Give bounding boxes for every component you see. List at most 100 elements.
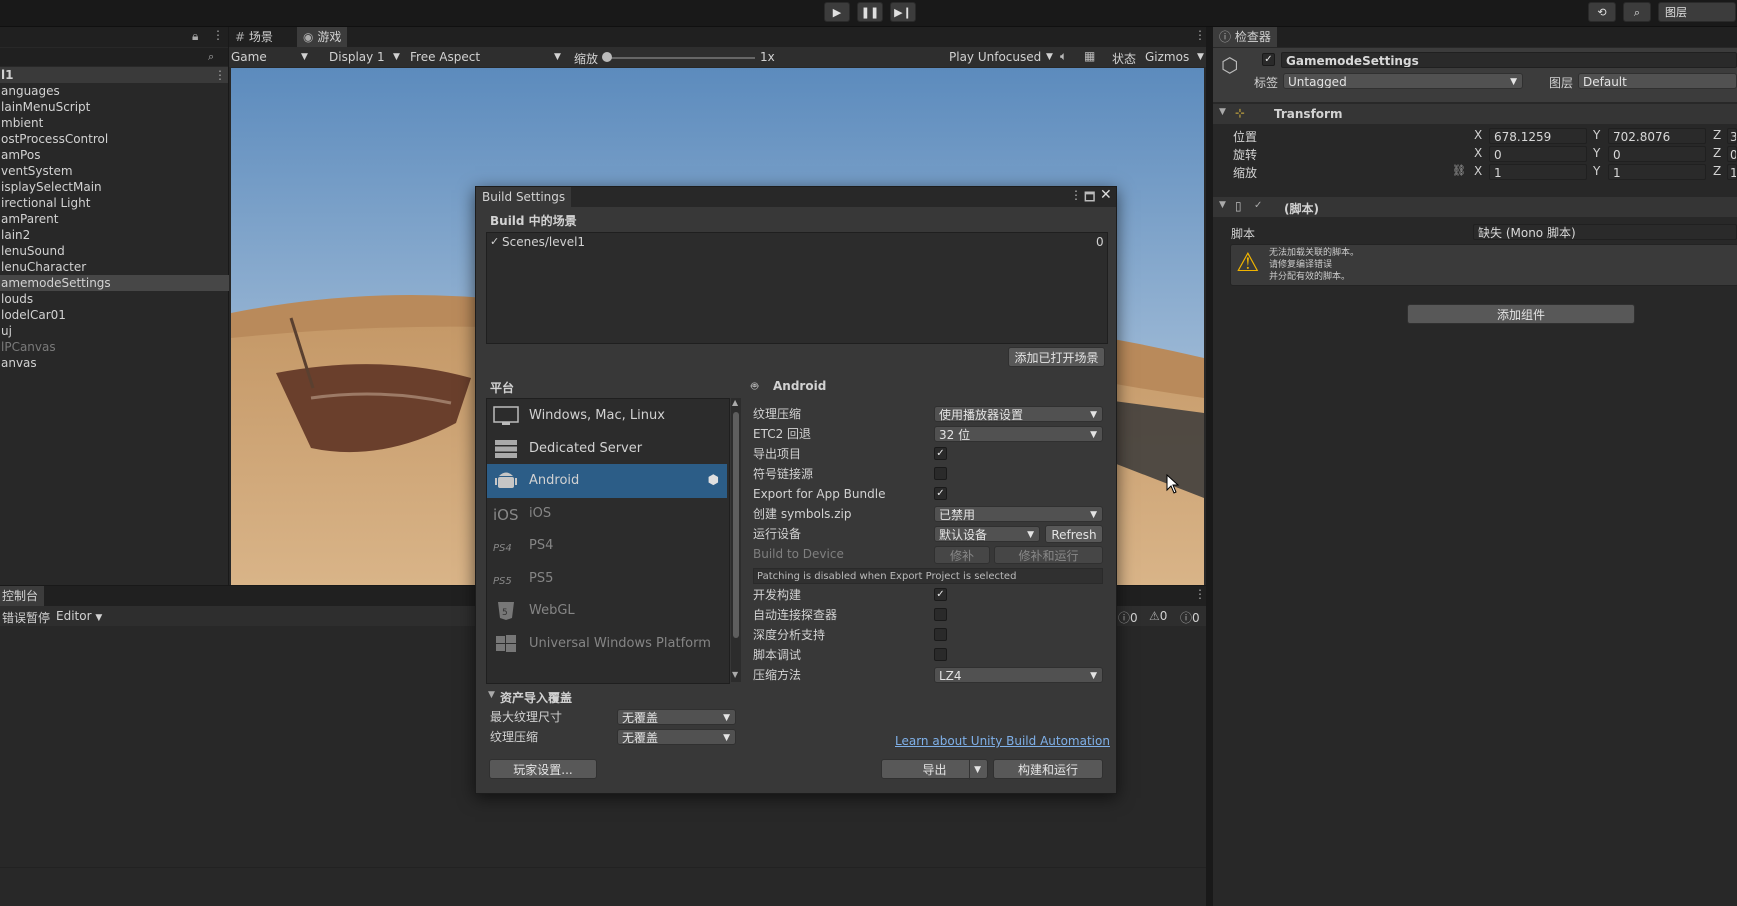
- rot-x-field[interactable]: 0: [1489, 146, 1587, 162]
- asset-override-header[interactable]: 资产导入覆盖: [500, 689, 572, 706]
- script-component-header[interactable]: ▼ ▯ ✓ (脚本): [1213, 197, 1737, 217]
- platform-item-webgl[interactable]: 5 WebGL: [487, 594, 727, 628]
- texture-compression-dropdown[interactable]: 使用播放器设置 ▼: [934, 406, 1103, 422]
- etc2-dropdown[interactable]: 32 位 ▼: [934, 426, 1103, 442]
- scl-x-field[interactable]: 1: [1489, 164, 1587, 180]
- gizmos-dropdown[interactable]: Gizmos ▼: [1145, 49, 1205, 65]
- rot-y-field[interactable]: 0: [1608, 146, 1706, 162]
- compression-method-dropdown[interactable]: LZ4 ▼: [934, 667, 1103, 683]
- grid-icon[interactable]: ▦: [1084, 49, 1095, 63]
- search-icon[interactable]: ⌕: [208, 50, 214, 64]
- autoconnect-profiler-checkbox[interactable]: [934, 608, 947, 621]
- tab-game[interactable]: ◉ 游戏: [297, 27, 348, 47]
- hierarchy-item[interactable]: ostProcessControl: [0, 131, 229, 147]
- lock-icon[interactable]: 🔒︎: [192, 29, 198, 44]
- pos-z-field[interactable]: 3: [1727, 128, 1737, 144]
- script-debugging-checkbox[interactable]: [934, 648, 947, 661]
- link-icon[interactable]: ⛓: [1452, 164, 1466, 177]
- rot-z-field[interactable]: 0: [1727, 146, 1737, 162]
- aspect-dropdown[interactable]: Free Aspect ▼: [410, 49, 565, 65]
- stats-button[interactable]: 状态: [1112, 50, 1136, 67]
- patch-button[interactable]: 修补: [934, 546, 990, 564]
- export-bundle-checkbox[interactable]: ✓: [934, 487, 947, 500]
- step-button[interactable]: ▶❙: [890, 2, 916, 22]
- tag-dropdown[interactable]: Untagged ▼: [1283, 73, 1523, 89]
- history-icon[interactable]: ⟲: [1588, 2, 1616, 22]
- run-device-dropdown[interactable]: 默认设备 ▼: [934, 526, 1040, 542]
- platform-item-uwp[interactable]: Universal Windows Platform: [487, 627, 727, 661]
- more-icon[interactable]: ⋮: [1070, 188, 1082, 202]
- warning-count[interactable]: ⚠0: [1149, 609, 1167, 623]
- play-mode-dropdown[interactable]: Play Unfocused ▼: [949, 49, 1057, 65]
- hierarchy-item[interactable]: louds: [0, 291, 229, 307]
- hierarchy-item[interactable]: lenuSound: [0, 243, 229, 259]
- add-open-scenes-button[interactable]: 添加已打开场景: [1008, 347, 1105, 367]
- search-icon[interactable]: ⌕: [1623, 2, 1651, 22]
- hierarchy-item[interactable]: lainMenuScript: [0, 99, 229, 115]
- learn-build-automation-link[interactable]: Learn about Unity Build Automation: [895, 734, 1110, 748]
- mute-icon[interactable]: 🔈︎: [1060, 49, 1067, 64]
- hierarchy-item[interactable]: anvas: [0, 355, 229, 371]
- hierarchy-item[interactable]: amParent: [0, 211, 229, 227]
- platform-item-ios[interactable]: iOS iOS: [487, 497, 727, 531]
- error-pause-button[interactable]: 错误暂停: [2, 609, 50, 626]
- scale-slider-handle[interactable]: [602, 52, 612, 62]
- scrollbar-thumb[interactable]: [733, 412, 739, 638]
- hierarchy-search-bar[interactable]: ⌕: [0, 48, 228, 66]
- symlink-checkbox[interactable]: [934, 467, 947, 480]
- add-component-button[interactable]: 添加组件: [1407, 304, 1635, 324]
- tab-console[interactable]: 控制台: [0, 586, 45, 606]
- layer-dropdown[interactable]: Default: [1578, 73, 1737, 89]
- hierarchy-item[interactable]: isplaySelectMain: [0, 179, 229, 195]
- scene-header[interactable]: l1 ⋮: [0, 67, 228, 83]
- player-settings-button[interactable]: 玩家设置...: [489, 759, 597, 779]
- more-icon[interactable]: ⋮: [1194, 587, 1206, 601]
- pause-button[interactable]: ❚❚: [857, 2, 883, 22]
- hierarchy-item[interactable]: ventSystem: [0, 163, 229, 179]
- platform-scrollbar[interactable]: ▲ ▼: [731, 398, 741, 682]
- more-icon[interactable]: ⋮: [1194, 28, 1206, 42]
- deep-profiling-checkbox[interactable]: [934, 628, 947, 641]
- layers-dropdown[interactable]: 图层: [1658, 2, 1736, 22]
- more-icon[interactable]: ⋮: [214, 67, 226, 83]
- editor-dropdown[interactable]: Editor ▼: [56, 609, 102, 623]
- build-window-tab[interactable]: Build Settings: [476, 187, 572, 207]
- transform-header[interactable]: ▼ ⊹ Transform: [1213, 104, 1737, 124]
- active-checkbox[interactable]: ✓: [1262, 53, 1275, 66]
- script-field[interactable]: 缺失 (Mono 脚本): [1473, 224, 1737, 240]
- scene-item[interactable]: ✓ Scenes/level1 0: [487, 234, 1107, 250]
- platform-item-android[interactable]: Android ⬢: [487, 464, 727, 498]
- maximize-icon[interactable]: 🗖︎: [1084, 188, 1095, 209]
- platform-item-dedicated-server[interactable]: Dedicated Server: [487, 432, 727, 466]
- dev-build-checkbox[interactable]: ✓: [934, 588, 947, 601]
- max-texture-size-dropdown[interactable]: 无覆盖 ▼: [617, 709, 736, 725]
- patch-and-run-button[interactable]: 修补和运行: [994, 546, 1103, 564]
- scl-z-field[interactable]: 1: [1727, 164, 1737, 180]
- display-dropdown[interactable]: Display 1 ▼: [329, 49, 404, 65]
- tex-compress-dropdown[interactable]: 无覆盖 ▼: [617, 729, 736, 745]
- hierarchy-item[interactable]: lodelCar01: [0, 307, 229, 323]
- refresh-button[interactable]: Refresh: [1045, 525, 1103, 543]
- hierarchy-item[interactable]: lenuCharacter: [0, 259, 229, 275]
- enabled-checkmark[interactable]: ✓: [1254, 200, 1262, 211]
- hierarchy-item[interactable]: mbient: [0, 115, 229, 131]
- build-and-run-button[interactable]: 构建和运行: [993, 759, 1103, 779]
- export-project-checkbox[interactable]: ✓: [934, 447, 947, 460]
- hierarchy-item[interactable]: irectional Light: [0, 195, 229, 211]
- platform-item-ps4[interactable]: PS4 PS4: [487, 529, 727, 563]
- close-icon[interactable]: ✕: [1100, 187, 1112, 203]
- hierarchy-item[interactable]: anguages: [0, 83, 229, 99]
- pos-y-field[interactable]: 702.8076: [1608, 128, 1706, 144]
- scl-y-field[interactable]: 1: [1608, 164, 1706, 180]
- symbols-zip-dropdown[interactable]: 已禁用 ▼: [934, 506, 1103, 522]
- scale-slider[interactable]: [605, 57, 755, 59]
- hierarchy-item[interactable]: lPCanvas: [0, 339, 229, 355]
- scene-checkmark[interactable]: ✓: [490, 234, 499, 250]
- object-name-field[interactable]: GamemodeSettings: [1281, 52, 1737, 68]
- game-view-dropdown[interactable]: Game ▼: [231, 49, 313, 65]
- error-count[interactable]: ⓘ0: [1180, 609, 1200, 626]
- hierarchy-item[interactable]: uj: [0, 323, 229, 339]
- platform-item-ps5[interactable]: PS5 PS5: [487, 562, 727, 596]
- hierarchy-item[interactable]: lain2: [0, 227, 229, 243]
- hierarchy-item[interactable]: amemodeSettings: [0, 275, 229, 291]
